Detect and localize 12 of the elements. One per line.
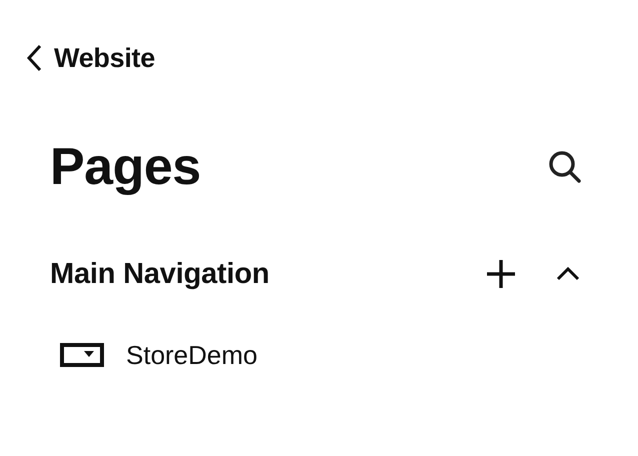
section-title: Main Navigation: [50, 257, 270, 292]
plus-icon: [486, 259, 516, 289]
collapse-toggle[interactable]: [556, 267, 580, 281]
store-page-icon: [60, 343, 104, 367]
search-icon: [548, 150, 582, 184]
page-title: Pages: [50, 137, 201, 198]
page-item[interactable]: StoreDemo: [126, 338, 258, 372]
search-button[interactable]: [548, 150, 582, 184]
back-link[interactable]: Website: [26, 40, 155, 76]
chevron-left-icon: [26, 44, 42, 72]
add-page-button[interactable]: [486, 259, 516, 289]
chevron-up-icon: [556, 267, 580, 281]
